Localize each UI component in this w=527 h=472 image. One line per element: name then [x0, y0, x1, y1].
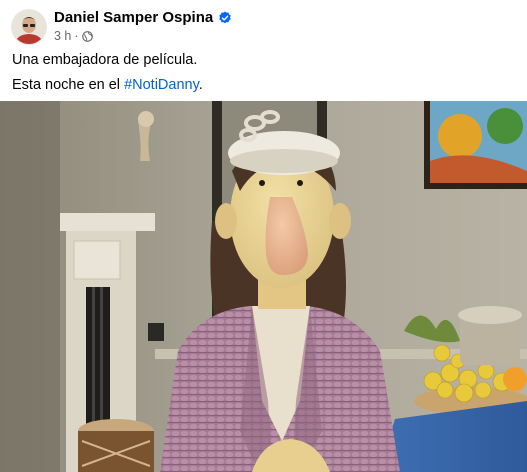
- meta-separator: ·: [74, 29, 79, 43]
- avatar-image: [12, 10, 46, 44]
- post-meta: 3 h ·: [54, 29, 93, 43]
- verified-badge-icon: [219, 11, 231, 23]
- post-caption: Una embajadora de película. Esta noche e…: [12, 50, 203, 96]
- caption-text: Esta noche en el: [12, 77, 125, 93]
- author-name-row: Daniel Samper Ospina: [54, 9, 232, 26]
- post-time[interactable]: 3 h: [54, 29, 71, 43]
- author-name[interactable]: Daniel Samper Ospina: [54, 9, 213, 26]
- globe-icon[interactable]: [81, 30, 93, 42]
- hashtag-link[interactable]: #NotiDanny: [124, 77, 199, 93]
- author-avatar[interactable]: [12, 10, 46, 44]
- facebook-post: Daniel Samper Ospina 3 h · Una embajador…: [0, 0, 527, 472]
- post-image[interactable]: [0, 101, 527, 472]
- post-header: Daniel Samper Ospina 3 h ·: [0, 0, 527, 46]
- caption-line-1: Una embajadora de película.: [12, 52, 198, 68]
- caption-punct: .: [198, 77, 203, 93]
- caption-line-2: Esta noche en el #NotiDanny.: [12, 75, 203, 96]
- clay-character-illustration: [0, 101, 527, 472]
